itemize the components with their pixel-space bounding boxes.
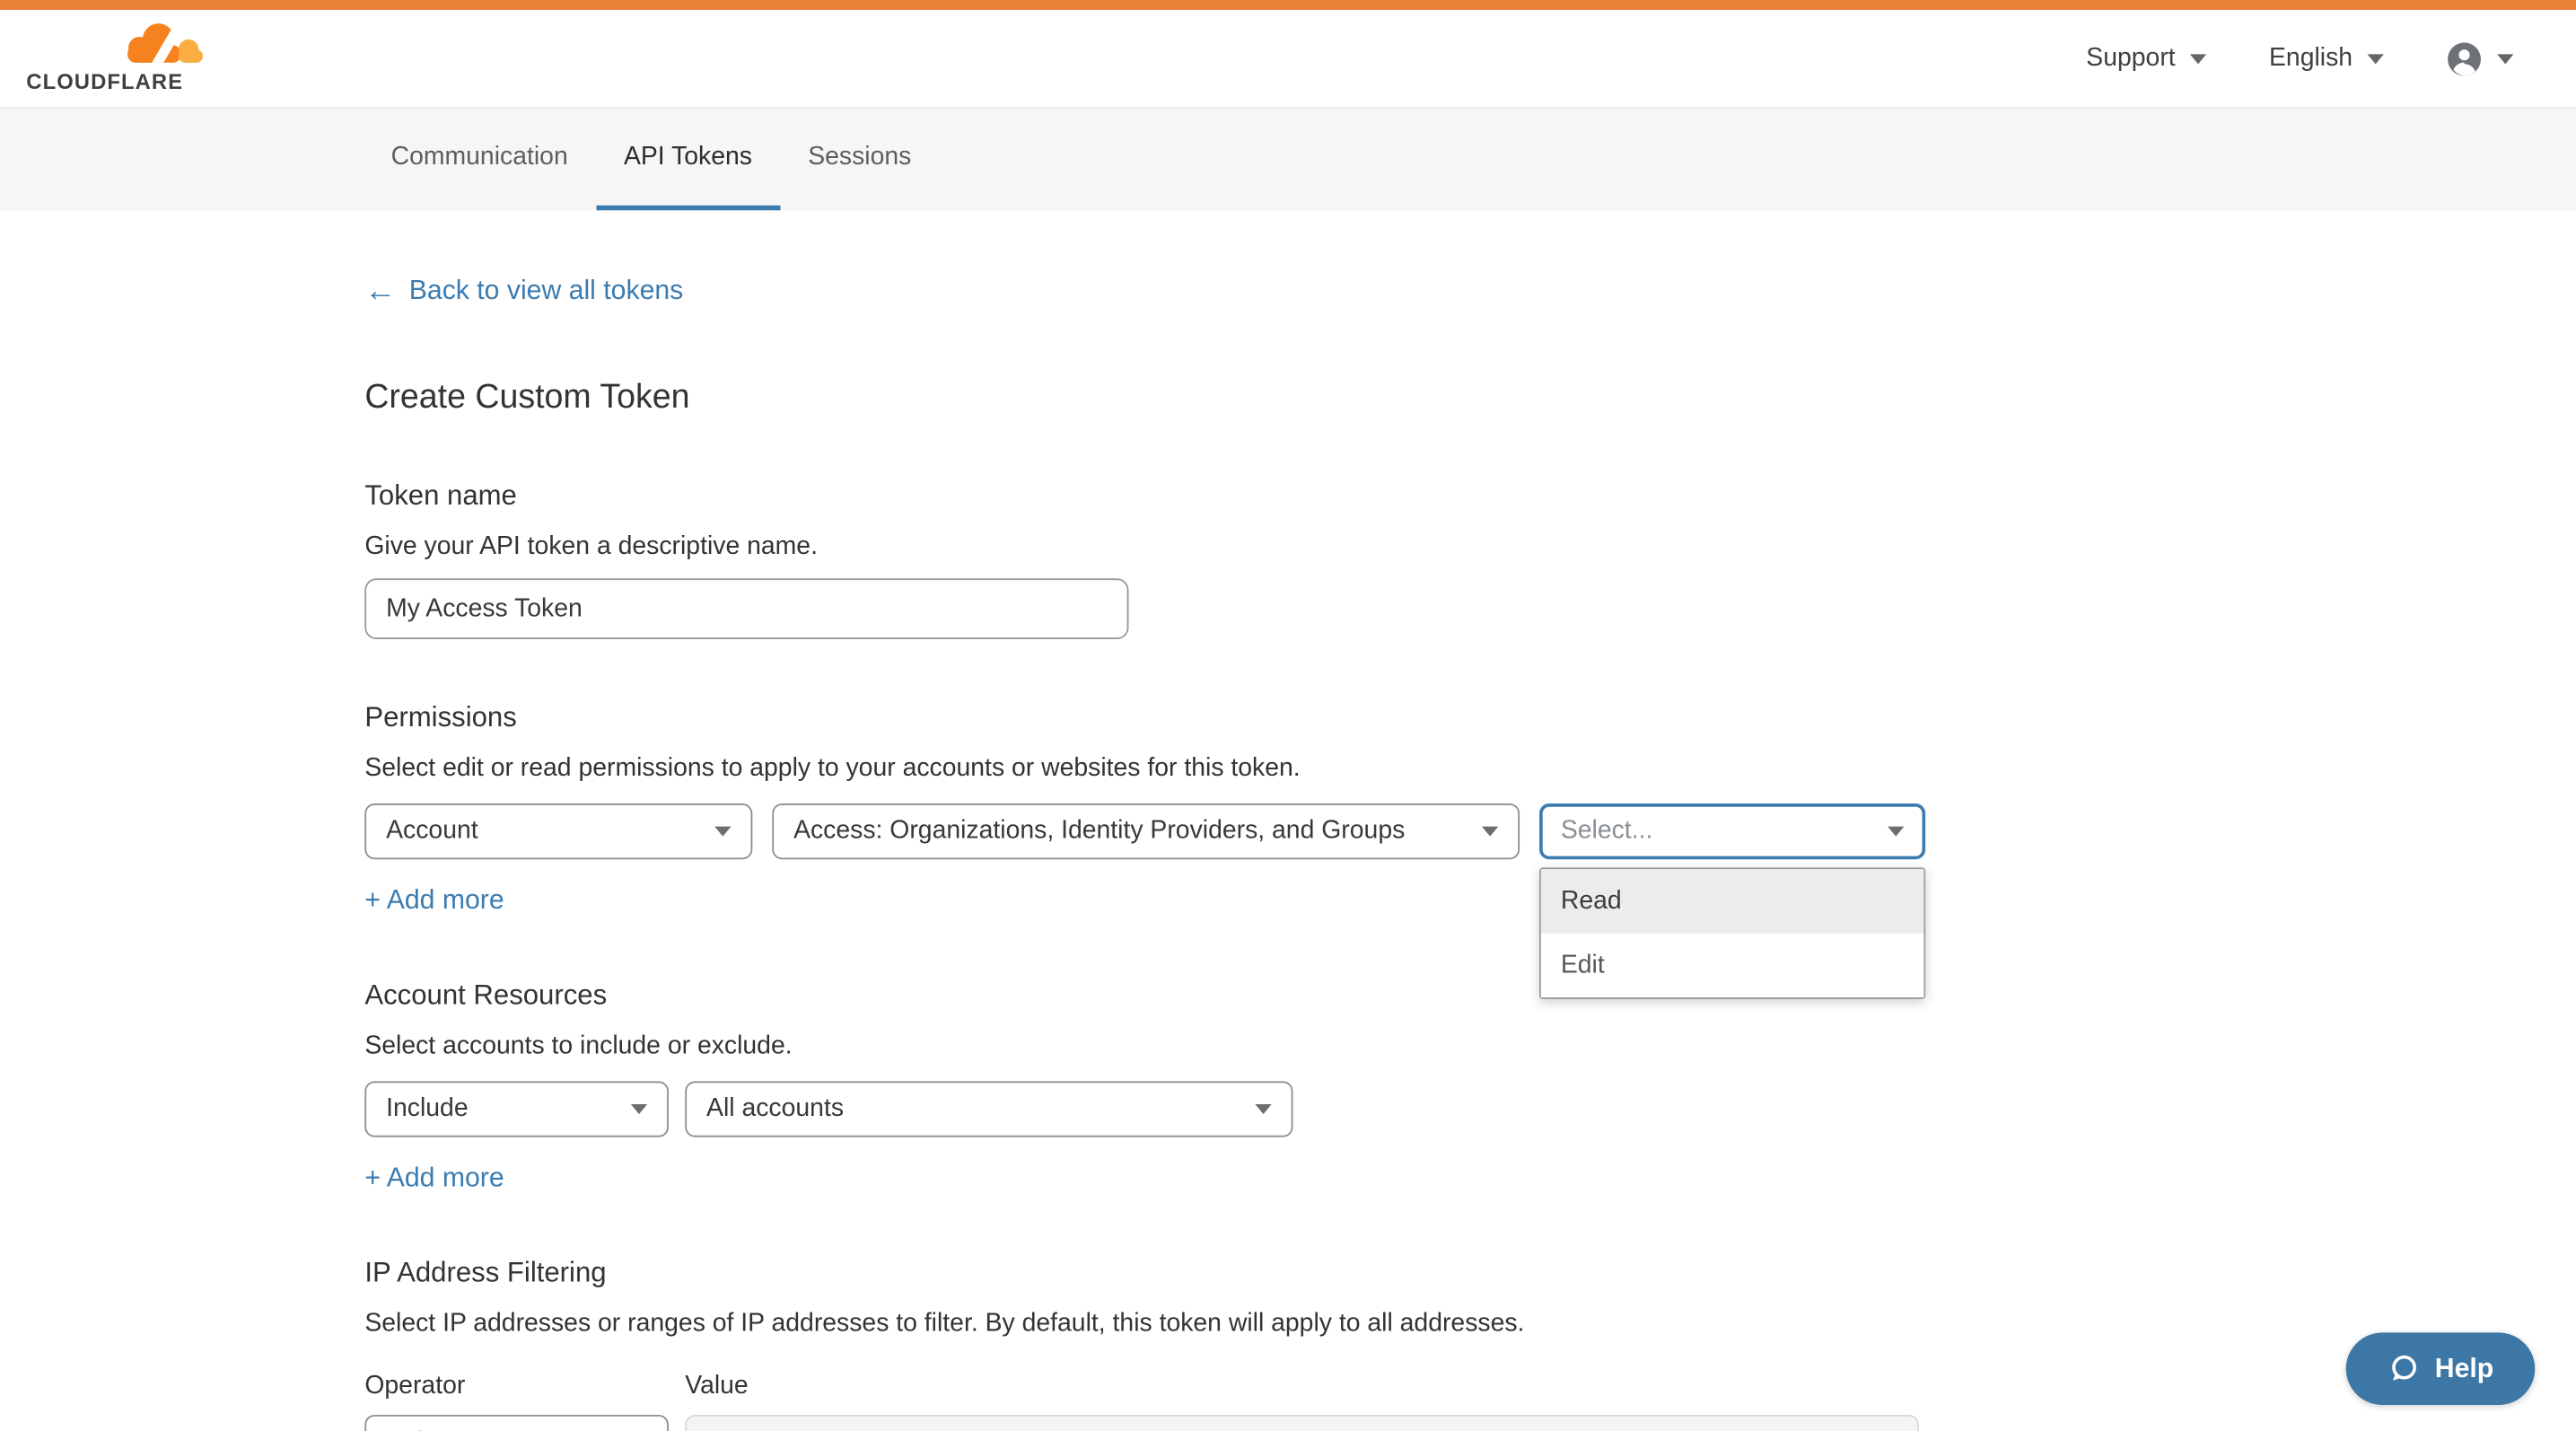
page-title: Create Custom Token bbox=[364, 378, 2576, 417]
back-link-label: Back to view all tokens bbox=[409, 277, 684, 308]
cloudflare-cloud-icon bbox=[115, 21, 207, 65]
account-resources-row: Include All accounts bbox=[364, 1081, 2576, 1137]
cloudflare-wordmark: CLOUDFLARE bbox=[26, 68, 183, 92]
ip-filtering-heading: IP Address Filtering bbox=[364, 1257, 2576, 1290]
ip-operator-select[interactable]: Select... bbox=[364, 1415, 669, 1431]
permission-level-menu: Read Edit bbox=[1539, 867, 1925, 998]
value-label: Value bbox=[685, 1372, 748, 1401]
account-resources-description: Select accounts to include or exclude. bbox=[364, 1032, 2576, 1061]
help-button-label: Help bbox=[2435, 1353, 2493, 1384]
permission-scope-select[interactable]: Account bbox=[364, 803, 752, 859]
ip-filtering-labels: Operator Value bbox=[364, 1372, 2576, 1401]
menu-option-edit[interactable]: Edit bbox=[1541, 934, 1923, 997]
tab-sessions[interactable]: Sessions bbox=[780, 109, 939, 210]
left-arrow-icon: ← bbox=[364, 277, 396, 308]
chevron-down-icon bbox=[2368, 53, 2384, 63]
chevron-down-icon bbox=[1888, 827, 1904, 837]
chevron-down-icon bbox=[1255, 1104, 1271, 1114]
chevron-down-icon bbox=[714, 827, 731, 837]
resource-mode-select[interactable]: Include bbox=[364, 1081, 669, 1137]
tab-communication[interactable]: Communication bbox=[364, 109, 596, 210]
permissions-heading: Permissions bbox=[364, 702, 2576, 735]
chat-bubble-icon bbox=[2388, 1352, 2421, 1385]
token-name-description: Give your API token a descriptive name. bbox=[364, 532, 2576, 562]
tab-bar: Communication API Tokens Sessions bbox=[0, 109, 2576, 210]
ip-value-input[interactable] bbox=[685, 1415, 1919, 1431]
back-to-tokens-link[interactable]: ← Back to view all tokens bbox=[364, 277, 683, 308]
ip-filtering-controls: Select... bbox=[364, 1415, 2576, 1431]
token-name-input[interactable] bbox=[364, 578, 1128, 639]
tab-api-tokens[interactable]: API Tokens bbox=[596, 109, 780, 210]
permission-level-select[interactable]: Select... bbox=[1539, 803, 1925, 859]
support-menu-label: Support bbox=[2086, 44, 2175, 74]
support-menu[interactable]: Support bbox=[2086, 44, 2206, 74]
chevron-down-icon bbox=[2190, 53, 2206, 63]
token-name-heading: Token name bbox=[364, 479, 2576, 513]
menu-option-read[interactable]: Read bbox=[1541, 869, 1923, 933]
permission-scope-value: Account bbox=[386, 817, 478, 847]
help-button[interactable]: Help bbox=[2346, 1332, 2535, 1405]
permission-resource-select[interactable]: Access: Organizations, Identity Provider… bbox=[772, 803, 1520, 859]
cloudflare-logo[interactable]: CLOUDFLARE bbox=[26, 24, 206, 93]
chevron-down-icon bbox=[631, 1104, 647, 1114]
cloudflare-dashboard: CLOUDFLARE Support English Communicati bbox=[0, 0, 2576, 1431]
operator-label: Operator bbox=[364, 1372, 685, 1401]
ip-filtering-description: Select IP addresses or ranges of IP addr… bbox=[364, 1310, 2576, 1339]
main-content: ← Back to view all tokens Create Custom … bbox=[0, 210, 2576, 1431]
account-resources-heading: Account Resources bbox=[364, 979, 2576, 1013]
resource-accounts-select[interactable]: All accounts bbox=[685, 1081, 1292, 1137]
permissions-row: Account Access: Organizations, Identity … bbox=[364, 803, 2576, 859]
brand-top-bar bbox=[0, 0, 2576, 10]
header-menus: Support English bbox=[2086, 40, 2513, 76]
resource-mode-value: Include bbox=[386, 1094, 468, 1124]
chevron-down-icon bbox=[1482, 827, 1498, 837]
language-menu[interactable]: English bbox=[2269, 44, 2384, 74]
chevron-down-icon bbox=[2497, 53, 2513, 63]
ip-operator-placeholder: Select... bbox=[386, 1428, 478, 1431]
user-avatar-icon bbox=[2446, 40, 2482, 76]
permissions-description: Select edit or read permissions to apply… bbox=[364, 754, 2576, 784]
permission-level-wrap: Select... Read Edit bbox=[1539, 803, 1925, 859]
language-menu-label: English bbox=[2269, 44, 2353, 74]
permission-resource-value: Access: Organizations, Identity Provider… bbox=[793, 817, 1405, 847]
permission-level-placeholder: Select... bbox=[1561, 817, 1653, 847]
permissions-add-more-link[interactable]: + Add more bbox=[364, 886, 504, 917]
header: CLOUDFLARE Support English bbox=[0, 10, 2576, 109]
resource-accounts-value: All accounts bbox=[706, 1094, 844, 1124]
account-resources-add-more-link[interactable]: + Add more bbox=[364, 1163, 504, 1195]
user-menu[interactable] bbox=[2446, 40, 2513, 76]
